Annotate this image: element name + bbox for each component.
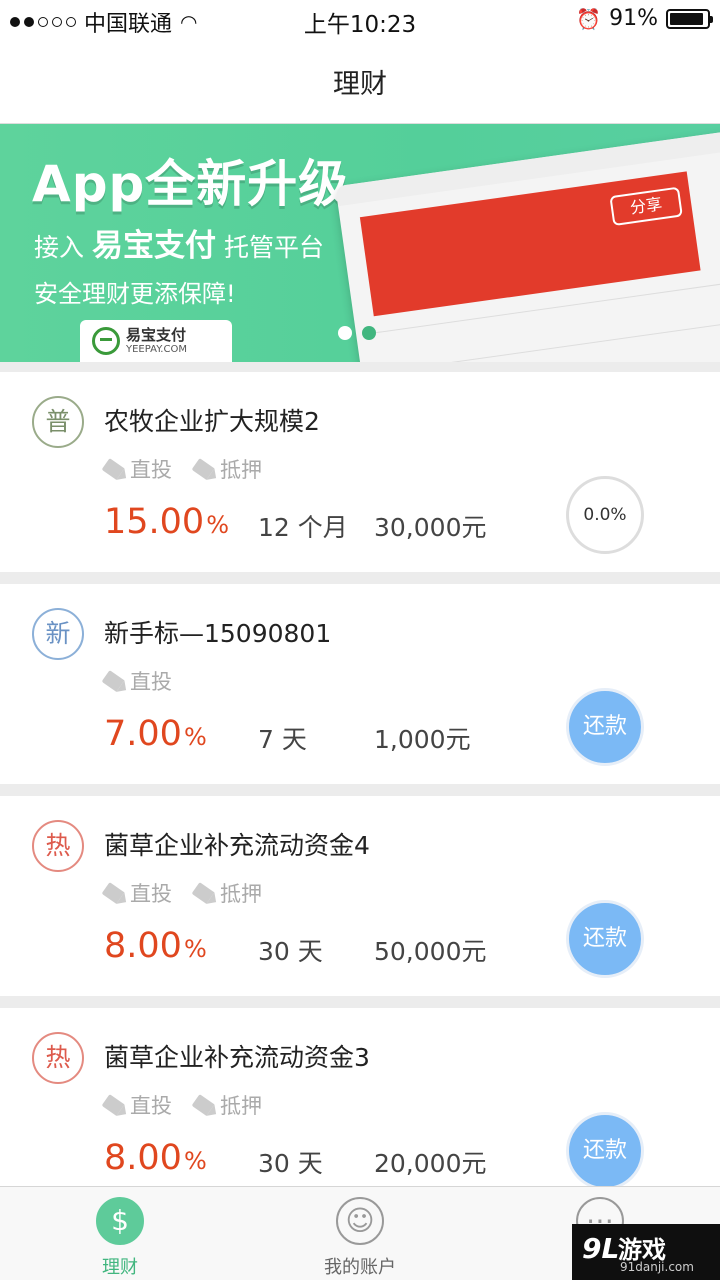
yeepay-logo-cn: 易宝支付 [126,325,187,344]
product-tags: 直投 抵押 [101,454,262,484]
product-amount: 30,000元 [374,513,487,542]
product-tag-label: 直投 [130,882,172,906]
product-tags: 直投 抵押 [101,878,262,908]
phone-mockup-image: 分享 [335,127,720,362]
product-rate-unit: % [183,723,207,751]
progress-circle[interactable]: 0.0% [566,476,644,554]
product-tag: 直投 [101,878,172,908]
dollar-icon: $ [96,1197,144,1245]
repay-button[interactable]: 还款 [566,900,644,978]
product-rate-unit: % [183,935,207,963]
product-card[interactable]: 普 农牧企业扩大规模2 直投 抵押 15.00% 12 个月 30,000元 0.… [0,372,720,572]
product-tag: 抵押 [191,878,262,908]
product-rate-value: 15.00 [104,502,205,542]
product-rate: 8.00% [104,1138,207,1178]
product-amount: 50,000元 [374,937,487,966]
banner-subline-prefix: 接入 [34,233,85,262]
product-type-badge: 热 [32,1032,84,1084]
product-rate-value: 7.00 [104,714,182,754]
tab-finance-label: 理财 [102,1257,138,1278]
tag-icon [191,882,215,904]
carousel-pager [338,326,376,340]
product-card[interactable]: 新 新手标—15090801 直投 7.00% 7 天 1,000元 还款 [0,584,720,784]
tag-icon [191,458,215,480]
status-bar: 中国联通 ◠ 上午10:23 ⏰ 91% [0,0,720,40]
tag-icon [191,1094,215,1116]
product-tag: 抵押 [191,1090,262,1120]
product-title: 新手标—15090801 [104,619,332,648]
product-tag: 直投 [101,666,172,696]
product-amount: 20,000元 [374,1149,487,1178]
product-rate: 15.00% [104,502,229,542]
navigation-bar: 理财 [0,40,720,124]
product-title: 菌草企业补充流动资金4 [104,831,370,860]
product-tag-label: 抵押 [220,458,262,482]
site-watermark: 9L 游戏 91danji.com [572,1224,720,1280]
product-type-badge: 热 [32,820,84,872]
product-rate-value: 8.00 [104,926,182,966]
yeepay-logo: 易宝支付 YEEPAY.COM [80,320,232,362]
product-tag-label: 抵押 [220,1094,262,1118]
yeepay-logo-en: YEEPAY.COM [126,343,187,355]
product-term: 12 个月 [258,513,348,542]
product-tag: 直投 [101,454,172,484]
tag-icon [101,458,125,480]
banner-brand: 易宝支付 [92,228,217,264]
product-rate-unit: % [206,511,230,539]
product-term: 7 天 [258,725,307,754]
product-tag: 抵押 [191,454,262,484]
tag-icon [101,1094,125,1116]
product-tag-label: 直投 [130,670,172,694]
product-card[interactable]: 热 菌草企业补充流动资金4 直投 抵押 8.00% 30 天 50,000元 还款 [0,796,720,996]
status-right: ⏰ 91% [576,6,713,31]
tag-icon [101,882,125,904]
battery-icon [666,8,713,29]
product-tag-label: 抵押 [220,882,262,906]
pager-dot-1[interactable] [338,326,352,340]
product-rate: 8.00% [104,926,207,966]
product-card[interactable]: 热 菌草企业补充流动资金3 直投 抵押 8.00% 30 天 20,000元 还款 [0,1008,720,1208]
tag-icon [101,670,125,692]
battery-percent: 91% [609,6,658,31]
product-tag-label: 直投 [130,458,172,482]
product-tag-label: 直投 [130,1094,172,1118]
product-type-badge: 普 [32,396,84,448]
tab-finance[interactable]: $ 理财 [60,1197,180,1279]
banner-headline: App全新升级 [32,155,350,213]
product-type-badge: 新 [32,608,84,660]
tab-my-account-label: 我的账户 [324,1257,396,1278]
yeepay-logo-icon [92,327,120,355]
banner-tagline: 安全理财更添保障! [34,280,236,308]
product-tags: 直投 抵押 [101,1090,262,1120]
product-title: 农牧企业扩大规模2 [104,407,320,436]
repay-button[interactable]: 还款 [566,1112,644,1190]
product-tag: 直投 [101,1090,172,1120]
tab-my-account[interactable]: ☺ 我的账户 [300,1197,420,1279]
product-term: 30 天 [258,937,323,966]
watermark-url: 91danji.com [620,1260,694,1274]
promo-banner[interactable]: App全新升级 接入 易宝支付 托管平台 安全理财更添保障! 易宝支付 YEEPAY… [0,124,720,362]
product-rate-unit: % [183,1147,207,1175]
product-rate: 7.00% [104,714,207,754]
user-icon: ☺ [336,1197,384,1245]
product-amount: 1,000元 [374,725,471,754]
alarm-clock-icon: ⏰ [576,6,602,31]
banner-subline: 接入 易宝支付 托管平台 [34,220,324,265]
page-title: 理财 [333,69,387,100]
product-rate-value: 8.00 [104,1138,182,1178]
watermark-logo: 9L [582,1232,620,1265]
product-term: 30 天 [258,1149,323,1178]
banner-subline-suffix: 托管平台 [224,233,325,262]
repay-button[interactable]: 还款 [566,688,644,766]
product-tags: 直投 [101,666,172,696]
product-title: 菌草企业补充流动资金3 [104,1043,370,1072]
pager-dot-2[interactable] [362,326,376,340]
